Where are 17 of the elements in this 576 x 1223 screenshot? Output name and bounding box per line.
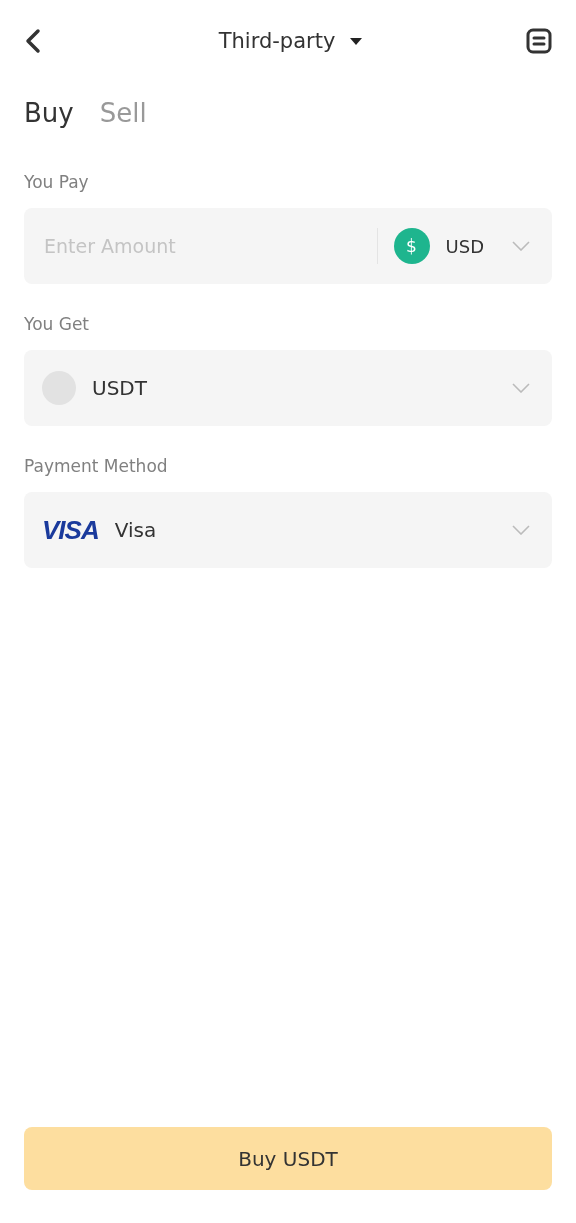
back-icon[interactable] [24, 28, 42, 54]
field-label: You Pay [24, 172, 90, 192]
menu-icon[interactable] [526, 28, 552, 54]
buy-button[interactable]: Buy USDT [24, 1127, 552, 1190]
chevron-down-icon [512, 525, 530, 535]
field-label: You Get [24, 314, 90, 334]
visa-logo: VISA [42, 514, 99, 546]
dollar-coin-icon: $ [393, 228, 430, 264]
currency-selector[interactable]: $ USD [393, 228, 530, 264]
asset-selector[interactable]: USDT [24, 350, 552, 426]
title-dropdown[interactable]: Third-party [218, 29, 364, 53]
chevron-down-icon [512, 383, 530, 393]
field-label: Payment Method [24, 456, 169, 476]
tab[interactable]: Buy [24, 98, 74, 128]
caret-icon [349, 36, 364, 46]
chevron-down-icon [512, 241, 530, 251]
payment-method-selector[interactable]: VISA Visa [24, 492, 552, 568]
